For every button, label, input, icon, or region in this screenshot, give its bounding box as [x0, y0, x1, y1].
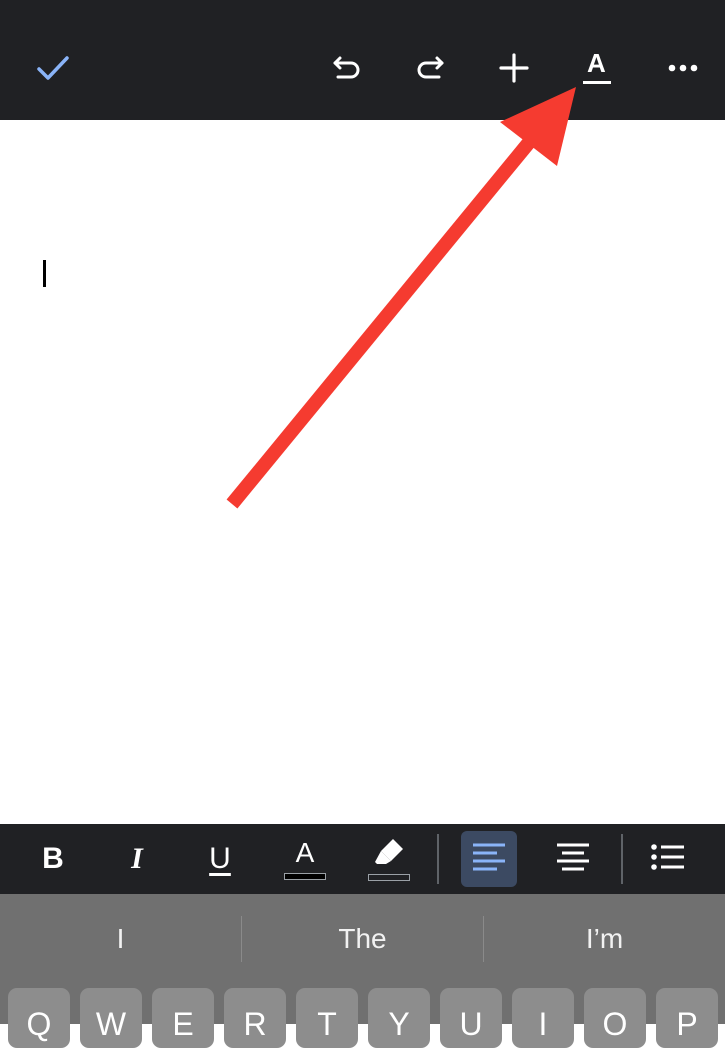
undo-button[interactable]	[323, 44, 371, 92]
bold-label: B	[42, 842, 64, 875]
key-y[interactable]: Y	[368, 988, 430, 1048]
text-color-label: A	[295, 836, 315, 868]
divider	[437, 834, 439, 884]
divider	[621, 834, 623, 884]
key-q[interactable]: Q	[8, 988, 70, 1048]
underline-label: U	[209, 842, 231, 875]
highlight-button[interactable]	[364, 830, 414, 888]
more-options-button[interactable]	[659, 44, 707, 92]
key-u[interactable]: U	[440, 988, 502, 1048]
key-o[interactable]: O	[584, 988, 646, 1048]
redo-button[interactable]	[406, 44, 454, 92]
key-p[interactable]: P	[656, 988, 718, 1048]
align-center-icon	[556, 842, 590, 877]
top-toolbar: A	[0, 0, 725, 120]
highlight-color-swatch	[368, 874, 410, 881]
highlighter-icon	[371, 837, 407, 872]
text-color-button[interactable]: A	[280, 830, 330, 888]
keyboard: I The I’m Q W E R T Y U I O P	[0, 894, 725, 1048]
suggestion-1[interactable]: I	[0, 914, 241, 964]
text-format-icon: A	[583, 50, 613, 86]
format-toolbar: B I U A	[0, 824, 725, 894]
underline-button[interactable]: U	[195, 830, 245, 888]
insert-button[interactable]	[490, 44, 538, 92]
suggestion-3[interactable]: I’m	[484, 914, 725, 964]
undo-icon	[332, 54, 362, 82]
italic-button[interactable]: I	[112, 830, 162, 888]
key-i[interactable]: I	[512, 988, 574, 1048]
underline-bar	[583, 81, 611, 84]
key-r[interactable]: R	[224, 988, 286, 1048]
plus-icon	[499, 53, 529, 83]
more-icon	[668, 64, 698, 72]
redo-icon	[415, 54, 445, 82]
text-color-swatch	[284, 872, 326, 880]
key-e[interactable]: E	[152, 988, 214, 1048]
text-format-letter: A	[587, 48, 606, 78]
key-w[interactable]: W	[80, 988, 142, 1048]
align-left-icon	[472, 842, 506, 877]
done-button[interactable]	[29, 44, 77, 92]
align-center-button[interactable]	[548, 830, 598, 888]
text-cursor	[43, 260, 46, 287]
bulleted-list-icon	[651, 843, 685, 876]
key-t[interactable]: T	[296, 988, 358, 1048]
bold-button[interactable]: B	[28, 830, 78, 888]
check-icon	[36, 54, 70, 82]
document-body[interactable]	[0, 120, 725, 824]
text-format-button[interactable]: A	[574, 44, 622, 92]
align-left-button[interactable]	[461, 831, 517, 887]
bulleted-list-button[interactable]	[643, 830, 693, 888]
suggestion-2[interactable]: The	[242, 914, 483, 964]
italic-label: I	[131, 842, 143, 875]
